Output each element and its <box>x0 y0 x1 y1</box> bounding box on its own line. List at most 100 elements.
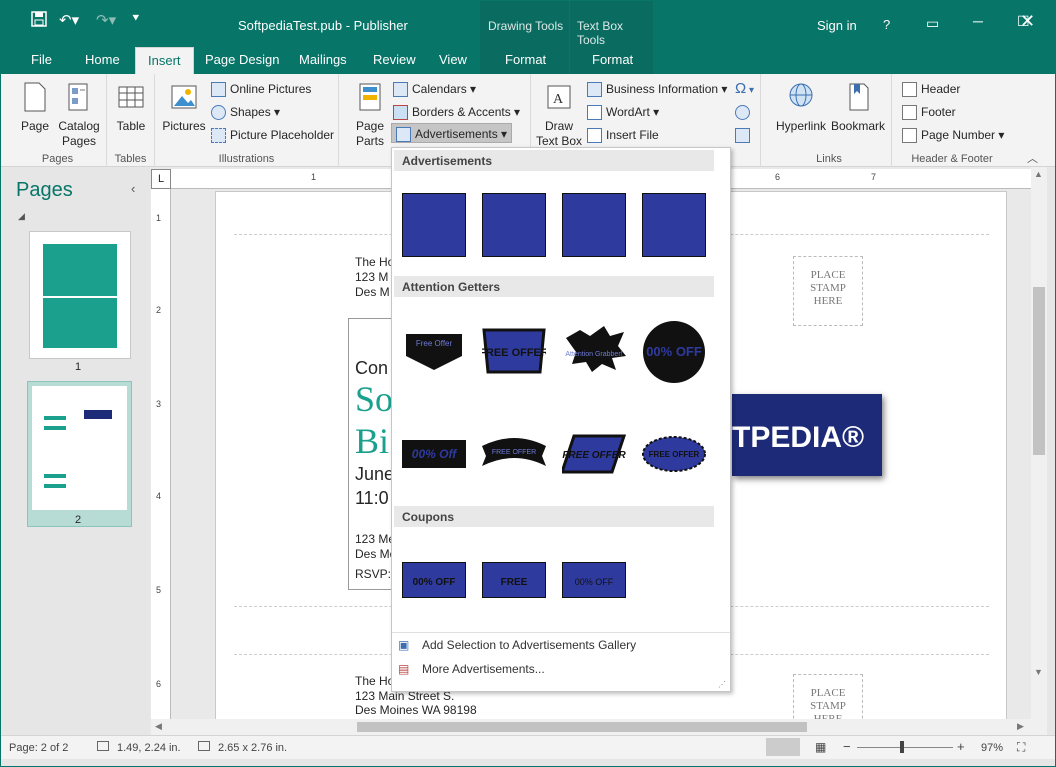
tab-view[interactable]: View <box>439 52 467 67</box>
header-button[interactable]: Header <box>902 79 960 99</box>
footer-button[interactable]: Footer <box>902 102 956 122</box>
catalog-pages-button[interactable]: Catalog Pages <box>57 82 101 149</box>
bookmark-icon <box>849 83 869 111</box>
ad-thumb-2[interactable] <box>482 193 546 257</box>
zoom-level[interactable]: 97% <box>981 742 1003 754</box>
tab-page-design[interactable]: Page Design <box>205 52 279 67</box>
resize-grip-icon[interactable]: ⋰ <box>718 680 726 689</box>
two-page-view-icon[interactable]: ▦ <box>815 740 826 754</box>
text-june[interactable]: June <box>355 464 394 485</box>
add-selection-item[interactable]: Add Selection to Advertisements Gallery <box>422 638 636 652</box>
attention-getter-5[interactable]: 00% Off <box>402 422 466 486</box>
status-position: 1.49, 2.24 in. <box>117 742 181 754</box>
pictures-button[interactable]: Pictures <box>161 82 207 134</box>
calendars-button[interactable]: Calendars ▾ <box>393 79 476 99</box>
stamp-placeholder[interactable]: PLACE STAMP HERE <box>793 256 863 326</box>
sign-in-link[interactable]: Sign in <box>817 18 857 33</box>
tab-review[interactable]: Review <box>373 52 416 67</box>
table-button[interactable]: Table <box>113 82 149 134</box>
bookmark-button[interactable]: Bookmark <box>829 82 887 134</box>
zoom-out-icon[interactable]: − <box>843 739 851 754</box>
scroll-down-icon[interactable]: ▼ <box>1034 667 1043 677</box>
help-button[interactable]: ? <box>883 17 890 32</box>
advertisements-button[interactable]: Advertisements ▾ <box>391 123 513 143</box>
tab-file[interactable]: File <box>31 52 52 67</box>
attention-getter-3[interactable]: Attention Grabber! <box>562 320 626 384</box>
scroll-left-icon[interactable]: ◀ <box>155 721 162 732</box>
coupon-2[interactable]: FREE <box>482 562 546 598</box>
customize-qat-icon[interactable]: ⯆ <box>131 11 141 26</box>
collapse-pane-icon[interactable]: ‹ <box>131 181 135 196</box>
tab-selector[interactable]: L <box>151 169 171 189</box>
zoom-slider[interactable] <box>857 747 953 748</box>
fit-page-icon[interactable]: ⛶ <box>1017 740 1025 755</box>
footer-icon <box>902 105 917 121</box>
attention-getter-2[interactable]: FREE OFFER <box>479 320 549 384</box>
mid-line-1[interactable]: 123 Me <box>355 532 395 546</box>
undo-icon[interactable]: ↶▾ <box>59 11 79 29</box>
page-icon <box>24 82 46 112</box>
tab-home[interactable]: Home <box>85 52 120 67</box>
scroll-up-icon[interactable]: ▲ <box>1034 169 1043 179</box>
coupon-1[interactable]: 00% OFF <box>402 562 466 598</box>
attention-getter-7[interactable]: FREE OFFER <box>559 422 626 486</box>
status-page[interactable]: Page: 2 of 2 <box>9 742 68 754</box>
zoom-in-icon[interactable]: + <box>957 739 965 754</box>
attention-getter-8[interactable]: FREE OFFER <box>642 422 706 486</box>
business-information-button[interactable]: Business Information ▾ <box>587 79 727 99</box>
vscroll-thumb[interactable] <box>1033 287 1045 455</box>
attention-getter-6[interactable]: FREE OFFER <box>482 422 546 486</box>
scroll-right-icon[interactable]: ▶ <box>1017 721 1024 732</box>
collapse-ribbon-icon[interactable]: ︿ <box>1027 150 1038 166</box>
vertical-scrollbar[interactable]: ▲ ▼ <box>1031 167 1047 735</box>
redo-icon[interactable]: ↷▾ <box>96 11 116 29</box>
coupon-3[interactable]: 00% OFF <box>562 562 626 598</box>
date-time-button[interactable] <box>735 102 754 122</box>
object-button[interactable] <box>735 125 754 145</box>
page-number-button[interactable]: Page Number ▾ <box>902 125 1004 145</box>
tab-drawing-format[interactable]: Format <box>505 52 546 67</box>
text-time[interactable]: 11:0 <box>355 488 389 509</box>
insert-file-button[interactable]: Insert File <box>587 125 659 145</box>
rsvp-text[interactable]: RSVP: <box>355 567 391 581</box>
address-line-2[interactable]: 123 M <box>355 270 388 284</box>
horizontal-scrollbar[interactable]: ◀ ▶ <box>151 719 1031 735</box>
address-line-3[interactable]: Des M <box>355 285 390 299</box>
hyperlink-button[interactable]: Hyperlink <box>773 82 829 134</box>
tab-insert[interactable]: Insert <box>135 47 194 74</box>
picture-placeholder-button[interactable]: Picture Placeholder <box>211 125 334 145</box>
online-pictures-button[interactable]: Online Pictures <box>211 79 311 99</box>
ribbon-display-icon[interactable]: ▭ <box>926 15 939 32</box>
page-button[interactable]: Page <box>17 82 53 134</box>
tab-mailings[interactable]: Mailings <box>299 52 347 67</box>
minimize-icon[interactable]: ─ <box>973 13 983 29</box>
address-line-1[interactable]: The Ho <box>355 255 394 269</box>
bottom-address-3[interactable]: Des Moines WA 98198 <box>355 703 477 717</box>
borders-accents-button[interactable]: Borders & Accents ▾ <box>393 102 520 122</box>
ad-thumb-4[interactable] <box>642 193 706 257</box>
tab-textbox-format[interactable]: Format <box>592 52 633 67</box>
single-page-view-button[interactable] <box>766 738 800 756</box>
text-so[interactable]: So <box>355 378 393 420</box>
position-icon <box>97 741 109 751</box>
attention-getter-4[interactable]: 00% OFF <box>642 320 706 384</box>
ad-thumb-1[interactable] <box>402 193 466 257</box>
more-advertisements-item[interactable]: More Advertisements... <box>422 662 545 676</box>
attention-getter-1[interactable]: Free Offer <box>402 320 466 384</box>
zoom-slider-thumb[interactable] <box>900 741 904 753</box>
bottom-address-1[interactable]: The Ho <box>355 674 394 688</box>
softpedia-logo[interactable]: TPEDIA® <box>732 394 882 476</box>
close-icon[interactable]: ✕ <box>1020 11 1035 32</box>
wordart-button[interactable]: WordArt ▾ <box>587 102 659 122</box>
save-icon[interactable] <box>31 11 47 31</box>
hscroll-thumb[interactable] <box>357 722 807 732</box>
text-bi[interactable]: Bi <box>355 420 389 462</box>
shapes-button[interactable]: Shapes ▾ <box>211 102 280 122</box>
page-parts-button[interactable]: Page Parts <box>351 82 389 149</box>
symbol-button[interactable]: Ω ▾ <box>735 79 754 99</box>
ad-thumb-3[interactable] <box>562 193 626 257</box>
text-con[interactable]: Con <box>355 358 388 379</box>
page-thumbnail-2[interactable]: 2 <box>27 381 132 527</box>
draw-text-box-button[interactable]: A Draw Text Box <box>535 82 583 149</box>
page-thumbnail-1[interactable] <box>29 231 131 359</box>
